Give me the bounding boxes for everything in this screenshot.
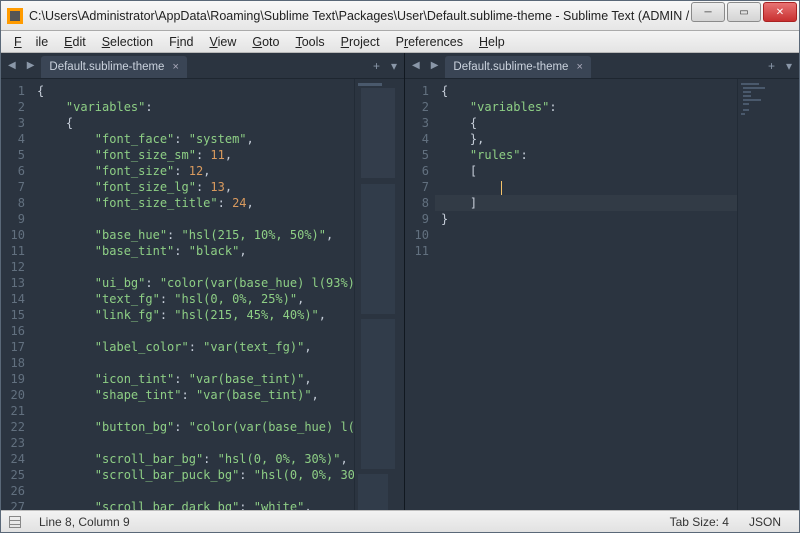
minimize-button[interactable]: ─ [691,2,725,22]
tab-close-icon[interactable]: × [576,61,582,73]
tab-nav-left-icon[interactable]: ◀ [4,60,20,71]
tab-close-icon[interactable]: × [172,61,178,73]
statusbar: Line 8, Column 9 Tab Size: 4 JSON [1,510,799,532]
code-right[interactable]: { "variables": { }, "rules": [ ] } [435,79,737,510]
maximize-button[interactable]: ▭ [727,2,761,22]
tab-label: Default.sublime-theme [453,61,568,73]
tab-add-icon[interactable]: + [764,59,779,73]
code-left[interactable]: { "variables": { "font_face": "system", … [31,79,354,510]
pane-left: ◀ ▶ Default.sublime-theme × + ▾ 12345678… [1,53,405,510]
menu-help[interactable]: Help [472,33,512,51]
menu-preferences[interactable]: Preferences [389,33,470,51]
editor-left[interactable]: 1234567891011121314151617181920212223242… [1,79,404,510]
tab-nav-right-icon[interactable]: ▶ [23,60,39,71]
minimap-right[interactable] [737,79,787,510]
tab-left-0[interactable]: Default.sublime-theme × [41,56,187,78]
menu-file[interactable]: File [7,33,55,51]
tabbar-right: ◀ ▶ Default.sublime-theme × + ▾ [405,53,799,79]
gutter-left: 1234567891011121314151617181920212223242… [1,79,31,510]
gutter-right: 1234567891011 [405,79,435,510]
workspace: ◀ ▶ Default.sublime-theme × + ▾ 12345678… [1,53,799,510]
tab-right-0[interactable]: Default.sublime-theme × [445,56,591,78]
tab-label: Default.sublime-theme [49,61,164,73]
tab-nav-right-icon[interactable]: ▶ [427,60,443,71]
window-titlebar: C:\Users\Administrator\AppData\Roaming\S… [1,1,799,31]
tab-menu-icon[interactable]: ▾ [387,59,401,73]
menu-goto[interactable]: Goto [245,33,286,51]
status-syntax[interactable]: JSON [739,515,791,529]
app-icon [7,8,23,24]
menu-view[interactable]: View [202,33,243,51]
scrollbar-vertical[interactable] [787,79,799,510]
tab-nav-left-icon[interactable]: ◀ [408,60,424,71]
menu-selection[interactable]: Selection [95,33,160,51]
tabbar-left: ◀ ▶ Default.sublime-theme × + ▾ [1,53,404,79]
window-title: C:\Users\Administrator\AppData\Roaming\S… [29,9,691,23]
menu-find[interactable]: Find [162,33,200,51]
caret-icon [501,181,502,195]
window-controls: ─ ▭ ✕ [691,1,799,30]
active-line-highlight [435,195,737,211]
panel-switcher-icon[interactable] [9,516,21,528]
tab-menu-icon[interactable]: ▾ [782,59,796,73]
menubar: File Edit Selection Find View Goto Tools… [1,31,799,53]
tab-add-icon[interactable]: + [369,59,384,73]
menu-tools[interactable]: Tools [288,33,331,51]
menu-edit[interactable]: Edit [57,33,93,51]
close-button[interactable]: ✕ [763,2,797,22]
editor-right[interactable]: 1234567891011 { "variables": { }, "rules… [405,79,799,510]
pane-right: ◀ ▶ Default.sublime-theme × + ▾ 12345678… [405,53,799,510]
minimap-left[interactable] [354,79,404,510]
status-position[interactable]: Line 8, Column 9 [29,515,140,529]
menu-project[interactable]: Project [334,33,387,51]
status-tabsize[interactable]: Tab Size: 4 [660,515,739,529]
